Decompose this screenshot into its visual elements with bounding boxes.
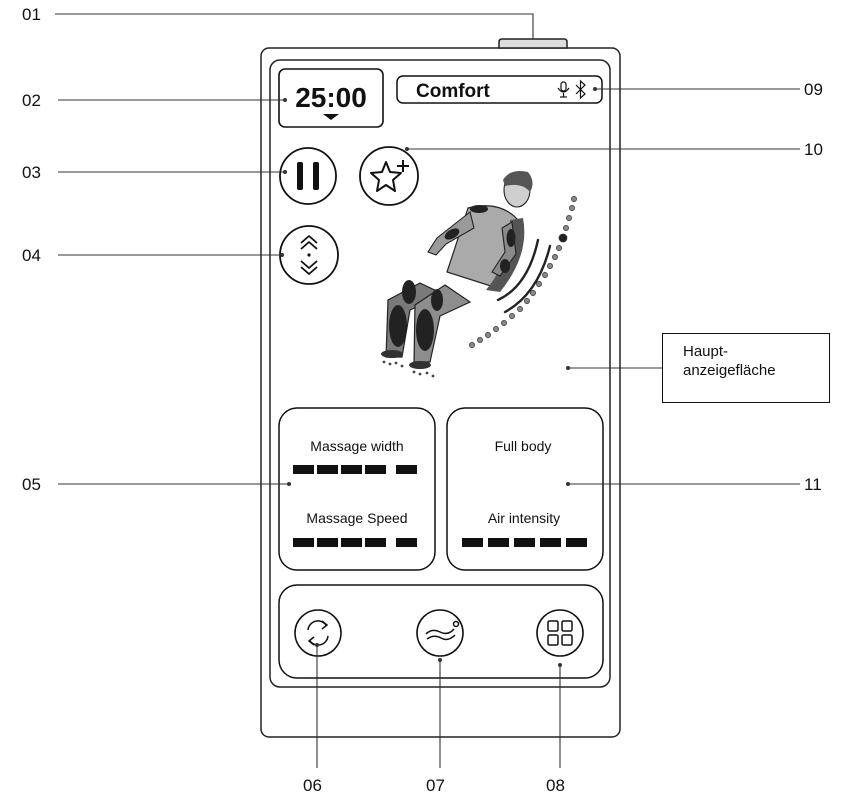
callout-05: 05 bbox=[22, 475, 41, 494]
air-intensity-level[interactable] bbox=[462, 538, 587, 547]
callout-06: 06 bbox=[303, 776, 322, 795]
annotation-line-2: anzeigefläche bbox=[683, 362, 776, 379]
air-intensity-label: Air intensity bbox=[488, 510, 560, 526]
callout-02: 02 bbox=[22, 91, 41, 110]
callout-03: 03 bbox=[22, 163, 41, 182]
callout-04: 04 bbox=[22, 246, 41, 265]
full-body-label: Full body bbox=[495, 438, 552, 454]
pause-button[interactable] bbox=[279, 147, 337, 205]
recline-position-button[interactable] bbox=[416, 609, 464, 657]
massage-width-label: Massage width bbox=[310, 438, 403, 454]
mode-label: Comfort bbox=[416, 81, 491, 102]
callout-10: 10 bbox=[804, 140, 823, 159]
callout-11: 11 bbox=[804, 475, 822, 494]
callout-08: 08 bbox=[546, 776, 565, 795]
massage-speed-level[interactable] bbox=[293, 538, 417, 547]
position-button[interactable] bbox=[279, 225, 339, 285]
pause-icon bbox=[297, 162, 303, 190]
callout-01: 01 bbox=[22, 5, 41, 24]
massage-speed-label: Massage Speed bbox=[306, 510, 407, 526]
favorite-button[interactable] bbox=[359, 146, 419, 206]
main-display-area-annotation: Haupt- anzeigefläche bbox=[662, 333, 830, 403]
menu-button[interactable] bbox=[536, 609, 584, 657]
callout-07: 07 bbox=[426, 776, 445, 795]
callout-09: 09 bbox=[804, 80, 823, 99]
timer-value: 25:00 bbox=[295, 82, 367, 113]
power-button[interactable] bbox=[498, 38, 568, 49]
massage-width-level[interactable] bbox=[293, 465, 417, 474]
annotation-line-1: Haupt- bbox=[683, 343, 729, 360]
auto-programs-button[interactable] bbox=[294, 609, 342, 657]
pause-icon-bar bbox=[313, 162, 319, 190]
